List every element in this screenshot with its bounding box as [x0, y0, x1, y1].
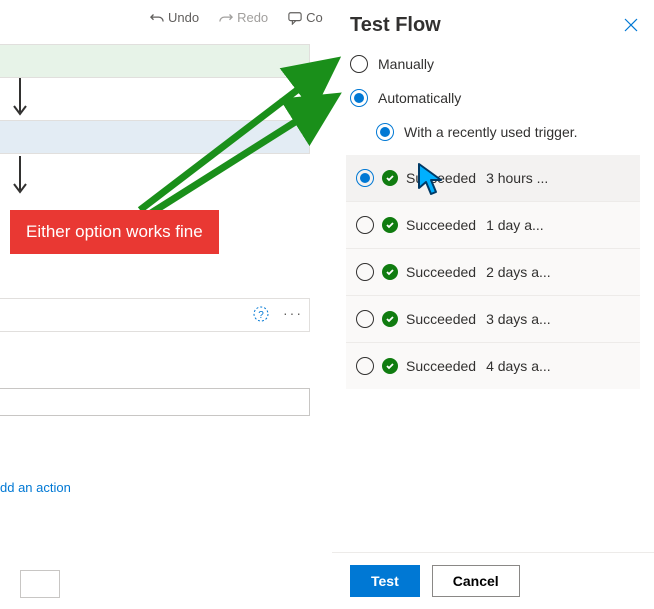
run-status: Succeeded	[406, 311, 476, 327]
test-button[interactable]: Test	[350, 565, 420, 597]
radio-icon[interactable]	[376, 123, 394, 141]
close-button[interactable]	[624, 18, 638, 35]
panel-title: Test Flow	[332, 0, 654, 47]
run-item[interactable]: Succeeded 2 days a...	[346, 249, 640, 296]
comments-label: Co	[306, 10, 323, 25]
panel-footer: Test Cancel	[332, 552, 654, 609]
radio-icon[interactable]	[350, 89, 368, 107]
radio-icon[interactable]	[356, 357, 374, 375]
flow-step-card[interactable]	[0, 44, 310, 78]
redo-label: Redo	[237, 10, 268, 25]
close-icon	[624, 18, 638, 32]
flow-connector-arrow-icon	[10, 78, 30, 120]
undo-button[interactable]: Undo	[150, 10, 199, 25]
redo-icon	[219, 11, 233, 25]
run-time: 4 days a...	[486, 358, 551, 374]
comments-button[interactable]: Co	[288, 10, 323, 25]
success-icon	[382, 170, 398, 186]
flow-connector-arrow-icon	[10, 156, 30, 198]
run-item[interactable]: Succeeded 1 day a...	[346, 202, 640, 249]
more-icon[interactable]: ···	[283, 305, 303, 321]
radio-icon[interactable]	[356, 310, 374, 328]
run-item[interactable]: Succeeded 3 hours ...	[346, 155, 640, 202]
run-item[interactable]: Succeeded 4 days a...	[346, 343, 640, 389]
canvas-toolbar: Undo Redo Co	[150, 10, 323, 25]
annotation-callout: Either option works fine	[10, 210, 219, 254]
option-label: Manually	[378, 56, 434, 72]
add-action-link[interactable]: dd an action	[0, 480, 71, 495]
run-time: 3 hours ...	[486, 170, 548, 186]
recent-runs-list: Succeeded 3 hours ... Succeeded 1 day a.…	[346, 155, 640, 389]
flow-input-field[interactable]	[0, 388, 310, 416]
svg-text:?: ?	[258, 310, 264, 321]
radio-icon[interactable]	[350, 55, 368, 73]
flow-canvas: Undo Redo Co ? ··· dd an action	[0, 0, 332, 609]
option-recent-trigger[interactable]: With a recently used trigger.	[332, 115, 654, 149]
run-time: 3 days a...	[486, 311, 551, 327]
undo-icon	[150, 11, 164, 25]
cancel-button[interactable]: Cancel	[432, 565, 520, 597]
run-time: 2 days a...	[486, 264, 551, 280]
run-status: Succeeded	[406, 170, 476, 186]
undo-label: Undo	[168, 10, 199, 25]
success-icon	[382, 311, 398, 327]
run-status: Succeeded	[406, 264, 476, 280]
radio-icon[interactable]	[356, 263, 374, 281]
radio-icon[interactable]	[356, 216, 374, 234]
redo-button[interactable]: Redo	[219, 10, 268, 25]
test-flow-panel: Test Flow Manually Automatically With a …	[332, 0, 654, 609]
success-icon	[382, 217, 398, 233]
success-icon	[382, 264, 398, 280]
run-status: Succeeded	[406, 217, 476, 233]
comment-icon	[288, 11, 302, 25]
flow-step-card[interactable]: ? ···	[0, 298, 310, 332]
info-icon: ?	[253, 306, 269, 322]
radio-icon[interactable]	[356, 169, 374, 187]
success-icon	[382, 358, 398, 374]
flow-step-card[interactable]	[20, 570, 60, 598]
option-label: Automatically	[378, 90, 461, 106]
flow-step-card[interactable]	[0, 120, 310, 154]
run-time: 1 day a...	[486, 217, 544, 233]
option-label: With a recently used trigger.	[404, 124, 578, 140]
option-automatically[interactable]: Automatically	[332, 81, 654, 115]
option-manually[interactable]: Manually	[332, 47, 654, 81]
run-item[interactable]: Succeeded 3 days a...	[346, 296, 640, 343]
run-status: Succeeded	[406, 358, 476, 374]
